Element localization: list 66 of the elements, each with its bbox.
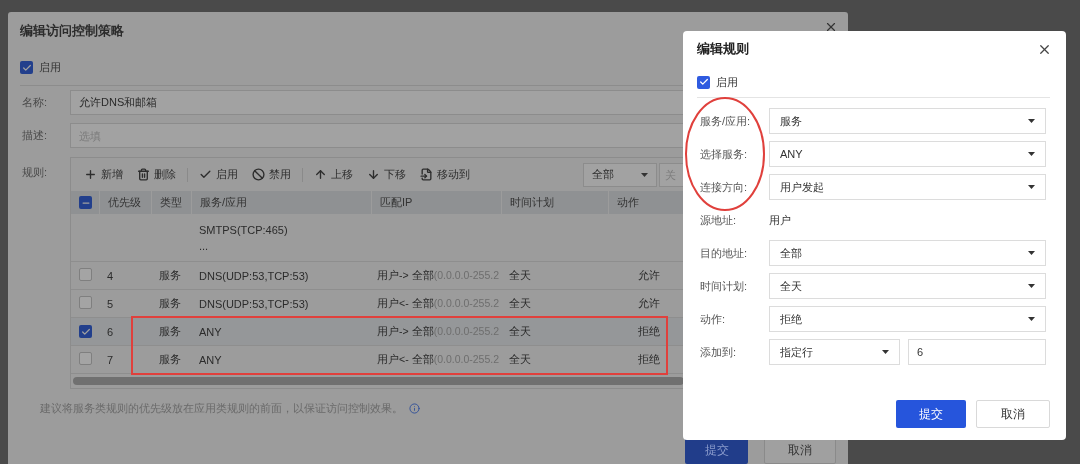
field-label: 目的地址:	[699, 245, 749, 261]
select-field[interactable]: 指定行	[769, 339, 900, 365]
table-cell-text: 全天	[508, 352, 532, 367]
toolbar-button[interactable]: 禁用	[245, 162, 298, 187]
toolbar-button[interactable]: 新增	[77, 162, 130, 187]
checkbox-label: 启用	[716, 74, 738, 90]
dialog-title: 编辑规则	[697, 40, 749, 58]
table-cell-text: 服务	[158, 324, 182, 339]
table-cell: 用户<-	[377, 296, 409, 311]
table-cell-text: 服务	[158, 352, 182, 367]
column-header: 服务/应用	[191, 191, 371, 214]
table-cell: 用户->	[377, 324, 409, 339]
table-cell-text: 全天	[508, 296, 532, 311]
field-label: 选择服务:	[699, 146, 749, 162]
table-cell-text: 4	[106, 269, 115, 282]
table-cell: 用户->	[377, 268, 409, 283]
table-cell-text: 全天	[508, 268, 532, 283]
select-field[interactable]: 全部	[769, 240, 1046, 266]
column-header: 类型	[151, 191, 191, 214]
filter-select[interactable]: 全部	[583, 162, 657, 187]
table-cell-text: 6	[106, 325, 115, 338]
table-cell-text: 允许	[637, 296, 661, 311]
dialog-title: 编辑访问控制策略	[20, 22, 124, 40]
field-label: 规则:	[21, 165, 49, 180]
input-field[interactable]: 允许DNS和邮箱	[70, 90, 685, 115]
toolbar-button[interactable]: 移动到	[413, 162, 477, 187]
field-label: 添加到:	[699, 344, 738, 360]
field-label: 源地址:	[699, 212, 738, 228]
column-header: 时间计划	[501, 191, 608, 214]
field-label: 服务/应用:	[699, 113, 752, 129]
table-cell-text: DNS(UDP:53,TCP:53)	[198, 269, 310, 282]
table-cell-text: 服务	[158, 268, 182, 283]
table-cell-text: ...	[199, 239, 210, 252]
select-field[interactable]: 拒绝	[769, 306, 1046, 332]
field-label: 连接方向:	[699, 179, 749, 195]
toolbar-button[interactable]: 启用	[192, 162, 245, 187]
table-cell-text: 7	[106, 353, 115, 366]
field-label: 时间计划:	[699, 278, 749, 294]
select-field[interactable]: 全天	[769, 273, 1046, 299]
table-cell-text: ANY	[198, 353, 223, 366]
select-field[interactable]: 服务	[769, 108, 1046, 134]
field-value: 用户	[769, 212, 791, 228]
table-cell-text: 5	[106, 297, 115, 310]
toolbar-button[interactable]: 上移	[307, 162, 360, 187]
submit-button[interactable]: 提交	[896, 400, 966, 428]
field-label: 动作:	[699, 311, 727, 327]
table-cell-text: ANY	[198, 325, 223, 338]
table-cell-text: DNS(UDP:53,TCP:53)	[198, 297, 310, 310]
input-field[interactable]: 6	[908, 339, 1046, 365]
column-header: 优先级	[99, 191, 151, 214]
toolbar-button[interactable]: 删除	[130, 162, 183, 187]
table-cell-text: 允许	[637, 268, 661, 283]
toolbar-button[interactable]: 下移	[360, 162, 413, 187]
table-cell-text: 拒绝	[637, 324, 661, 339]
checkbox-label: 启用	[39, 60, 61, 75]
field-label: 名称:	[21, 95, 49, 110]
table-cell-text: SMTPS(TCP:465)	[199, 223, 289, 236]
table-cell-text: 服务	[158, 296, 182, 311]
table-cell-text: 拒绝	[637, 352, 661, 367]
select-field[interactable]: ANY	[769, 141, 1046, 167]
table-cell-text: 全天	[508, 324, 532, 339]
field-label: 描述:	[21, 128, 49, 143]
cancel-button[interactable]: 取消	[976, 400, 1050, 428]
column-header: 匹配IP	[371, 191, 501, 214]
table-cell: 用户<-	[377, 352, 409, 367]
select-field[interactable]: 用户发起	[769, 174, 1046, 200]
